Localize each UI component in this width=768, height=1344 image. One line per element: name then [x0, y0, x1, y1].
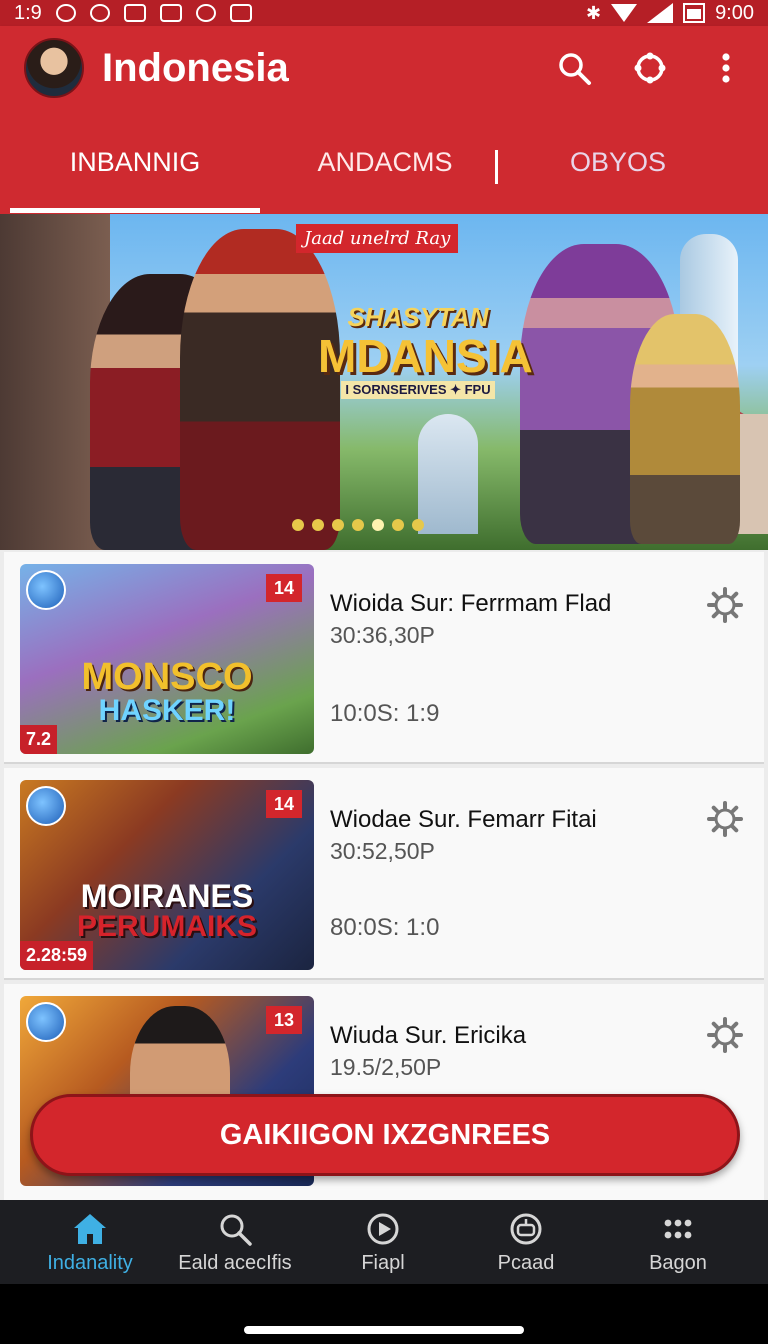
banner-logo-line1: SHASYTAN	[347, 302, 489, 332]
tab-label: ANDACMS	[317, 146, 453, 177]
thumbnail-title-line1: MONSCO	[81, 656, 253, 698]
thumbnail-title: MOIRANES PERUMAIKS	[20, 880, 314, 942]
game-subtitle: 30:52,50P	[330, 838, 435, 864]
game-card[interactable]: 14 MOIRANES PERUMAIKS 2.28:59 Wiodae Sur…	[4, 768, 764, 980]
signal-icon	[647, 3, 674, 23]
search-icon	[220, 1214, 252, 1246]
tab-divider	[495, 150, 498, 184]
age-badge: 14	[266, 574, 302, 602]
controller-icon	[510, 1213, 542, 1244]
wifi-icon	[611, 4, 638, 22]
nav-label: Fiapl	[361, 1251, 405, 1274]
nav-label: Indanality	[47, 1251, 133, 1274]
game-meta: 80:0S: 1:0	[330, 914, 440, 941]
rocket-badge-icon	[26, 786, 66, 826]
nav-label: Eald acecIfis	[178, 1251, 292, 1274]
tab-indicator	[10, 208, 260, 213]
carousel-dot[interactable]	[412, 519, 424, 531]
download-icon	[229, 4, 252, 22]
play-icon	[367, 1213, 399, 1244]
age-badge: 13	[266, 1006, 302, 1034]
nav-item-home[interactable]: Indanality	[30, 1200, 150, 1284]
home-indicator[interactable]	[244, 1326, 524, 1334]
alarm-icon: ✱	[585, 2, 602, 23]
rating-corner: 2.28:59	[20, 941, 94, 970]
carousel-dot[interactable]	[352, 519, 364, 531]
settings-gear-icon[interactable]	[706, 800, 744, 838]
game-title: Wioida Sur: Ferrmam Flad	[330, 590, 612, 617]
game-subtitle: 19.5/2,50P	[330, 1054, 442, 1080]
nav-label: Pcaad	[497, 1251, 555, 1274]
banner-logo: SHASYTAN MDANSIA I SORNSERIVES ✦ FPU	[318, 302, 533, 399]
app-title: Indonesia	[102, 46, 289, 90]
tab-label: OBYOS	[569, 146, 667, 177]
grid-icon	[664, 1219, 692, 1238]
refresh-icon[interactable]	[630, 48, 670, 88]
nav-item-controller[interactable]: Pcaad	[466, 1200, 586, 1284]
game-title: Wiuda Sur. Ericika	[330, 1022, 527, 1049]
banner-dome-art	[418, 414, 478, 534]
carousel-dots[interactable]	[292, 519, 424, 531]
banner-tag: Jaad unelrd Ray	[296, 224, 459, 253]
avatar[interactable]	[24, 38, 84, 98]
nav-label: Bagon	[649, 1251, 707, 1274]
carousel-dot[interactable]	[332, 519, 344, 531]
age-badge: 14	[266, 790, 302, 818]
game-meta: 10:0S: 1:9	[330, 700, 440, 727]
search-icon[interactable]	[554, 48, 594, 88]
featured-banner[interactable]: Jaad unelrd Ray SHASYTAN MDANSIA I SORNS…	[0, 214, 768, 550]
tab-obyos[interactable]: OBYOS	[510, 110, 726, 214]
thumbnail-title: MONSCO HASKER!	[20, 658, 314, 726]
banner-logo-line3: I SORNSERIVES ✦ FPU	[341, 381, 495, 399]
app-icon	[159, 4, 182, 22]
status-bar: 1:9 ✱ 9:00	[0, 0, 768, 26]
tab-inbannig[interactable]: INBANNIG	[10, 110, 260, 214]
game-thumbnail[interactable]: 14 MONSCO HASKER! 7.2	[20, 564, 314, 754]
more-vert-icon[interactable]	[706, 48, 746, 88]
carousel-dot[interactable]	[372, 519, 384, 531]
gallery-icon	[123, 4, 146, 22]
thumbnail-title-line2: PERUMAIKS	[76, 910, 257, 943]
banner-logo-line2: MDANSIA	[318, 330, 533, 382]
app-bar: Indonesia	[0, 26, 768, 110]
primary-cta-button[interactable]: GAIKIIGON IXZGNREES	[30, 1094, 740, 1176]
nav-item-search[interactable]: Eald acecIfis	[165, 1200, 305, 1284]
system-nav-bar	[0, 1284, 768, 1344]
notification-icon	[55, 4, 76, 22]
carousel-dot[interactable]	[392, 519, 404, 531]
carousel-dot[interactable]	[292, 519, 304, 531]
status-time-right: 9:00	[715, 1, 754, 24]
bottom-nav: Indanality Eald acecIfis Fiapl Pcaad Bag…	[0, 1200, 768, 1284]
game-subtitle: 30:36,30P	[330, 622, 435, 648]
settings-gear-icon[interactable]	[706, 1016, 744, 1054]
game-card[interactable]: 14 MONSCO HASKER! 7.2 Wioida Sur: Ferrma…	[4, 552, 764, 764]
rocket-badge-icon	[26, 570, 66, 610]
rating-corner: 7.2	[20, 725, 58, 754]
tab-bar: INBANNIG ANDACMS OBYOS	[0, 110, 768, 214]
banner-hero-red-warrior	[180, 229, 340, 550]
game-thumbnail[interactable]: 14 MOIRANES PERUMAIKS 2.28:59	[20, 780, 314, 970]
status-time-left: 1:9	[14, 1, 42, 24]
settings-gear-icon[interactable]	[706, 586, 744, 624]
rocket-badge-icon	[26, 1002, 66, 1042]
home-icon	[74, 1213, 106, 1244]
carousel-dot[interactable]	[312, 519, 324, 531]
game-title: Wiodae Sur. Femarr Fitai	[330, 806, 597, 833]
nav-item-play[interactable]: Fiapl	[323, 1200, 443, 1284]
tab-label: INBANNIG	[69, 146, 201, 177]
tab-andacms[interactable]: ANDACMS	[270, 110, 500, 214]
banner-hero-blonde-warrior	[630, 314, 740, 544]
battery-icon	[683, 3, 706, 23]
thumbnail-title-line1: MOIRANES	[80, 878, 254, 914]
nav-item-more[interactable]: Bagon	[618, 1200, 738, 1284]
messenger-icon	[89, 4, 110, 22]
thumbnail-title-line2: HASKER!	[98, 694, 236, 727]
game-icon	[195, 4, 216, 22]
